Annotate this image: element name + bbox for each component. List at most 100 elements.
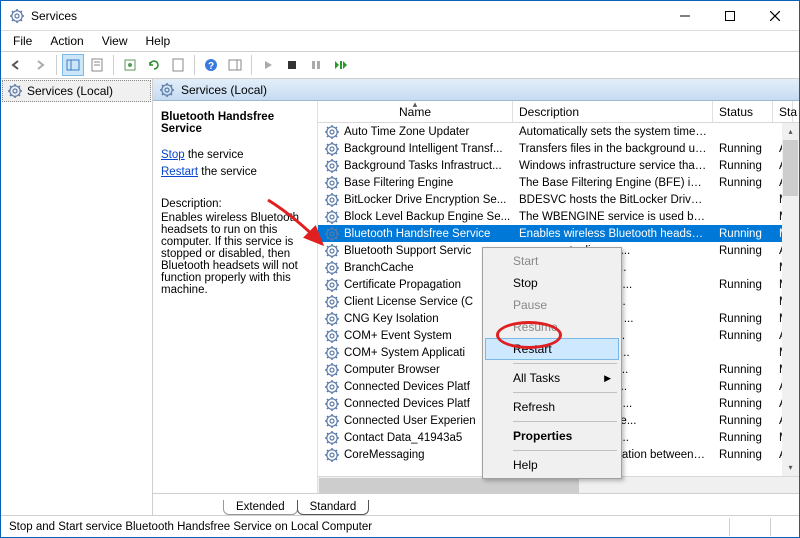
ctx-all-tasks-label: All Tasks [513, 371, 560, 385]
tab-standard[interactable]: Standard [297, 500, 370, 515]
separator [513, 450, 617, 451]
description-text: Enables wireless Bluetooth headsets to r… [161, 212, 313, 296]
col-status[interactable]: Status [713, 101, 773, 122]
scroll-thumb[interactable] [783, 140, 798, 196]
service-status: Running [713, 415, 773, 427]
service-icon [324, 311, 340, 327]
close-button[interactable] [752, 1, 797, 30]
col-description[interactable]: Description [513, 101, 713, 122]
menu-action[interactable]: Action [42, 32, 91, 50]
service-status: Running [713, 177, 773, 189]
col-startup[interactable]: Sta [773, 101, 793, 122]
vertical-scrollbar[interactable]: ▴ ▾ [782, 123, 799, 476]
service-name: Background Tasks Infrastruct... [344, 160, 502, 172]
service-row[interactable]: Background Tasks Infrastruct...Windows i… [318, 157, 799, 174]
service-row[interactable]: Bluetooth Handsfree ServiceEnables wirel… [318, 225, 799, 242]
service-row[interactable]: Base Filtering EngineThe Base Filtering … [318, 174, 799, 191]
menu-file[interactable]: File [5, 32, 40, 50]
restart-service-button[interactable] [329, 54, 351, 76]
ctx-properties[interactable]: Properties [485, 425, 619, 447]
service-status: Running [713, 160, 773, 172]
service-row[interactable]: Block Level Backup Engine Se...The WBENG… [318, 208, 799, 225]
service-name: Auto Time Zone Updater [344, 126, 469, 138]
props-button[interactable] [167, 54, 189, 76]
submenu-arrow-icon: ▶ [604, 373, 611, 384]
service-icon [324, 430, 340, 446]
ctx-restart[interactable]: Restart [485, 338, 619, 360]
view-tabs: Extended Standard [153, 494, 799, 515]
ctx-all-tasks[interactable]: All Tasks ▶ [485, 367, 619, 389]
scroll-up-button[interactable]: ▴ [782, 123, 799, 140]
ctx-start: Start [485, 250, 619, 272]
restart-link[interactable]: Restart [161, 166, 198, 178]
separator [113, 55, 114, 75]
restart-suffix: the service [198, 166, 257, 178]
scroll-down-button[interactable]: ▾ [782, 459, 799, 476]
tab-extended[interactable]: Extended [223, 500, 298, 515]
service-description: The WBENGINE service is used by Wind... [513, 211, 713, 223]
properties-button[interactable] [86, 54, 108, 76]
service-name: Connected User Experien [344, 415, 476, 427]
service-status: Running [713, 432, 773, 444]
stop-service-button[interactable] [281, 54, 303, 76]
services-icon [7, 83, 23, 99]
service-icon [324, 158, 340, 174]
help-button[interactable]: ? [200, 54, 222, 76]
service-name: Bluetooth Support Servic [344, 245, 471, 257]
service-icon [324, 209, 340, 225]
export-button[interactable] [119, 54, 141, 76]
service-icon [324, 294, 340, 310]
titlebar[interactable]: Services [1, 1, 799, 31]
tree-root-node[interactable]: Services (Local) [2, 80, 151, 102]
service-name: Contact Data_41943a5 [344, 432, 462, 444]
service-icon [324, 447, 340, 463]
service-row[interactable]: BitLocker Drive Encryption Se...BDESVC h… [318, 191, 799, 208]
tree-root-label: Services (Local) [27, 84, 113, 98]
service-description: Transfers files in the background using … [513, 143, 713, 155]
menu-help[interactable]: Help [138, 32, 179, 50]
service-status: Running [713, 330, 773, 342]
forward-button[interactable] [29, 54, 51, 76]
service-status: Running [713, 245, 773, 257]
action-pane-button[interactable] [224, 54, 246, 76]
ctx-refresh[interactable]: Refresh [485, 396, 619, 418]
service-name: CNG Key Isolation [344, 313, 439, 325]
ctx-stop[interactable]: Stop [485, 272, 619, 294]
list-header-label: Services (Local) [181, 83, 267, 97]
svg-text:?: ? [208, 61, 214, 72]
ctx-help[interactable]: Help [485, 454, 619, 476]
start-service-button[interactable] [257, 54, 279, 76]
toolbar: ? [1, 51, 799, 79]
service-name: Base Filtering Engine [344, 177, 453, 189]
service-name: Certificate Propagation [344, 279, 461, 291]
menu-view[interactable]: View [94, 32, 136, 50]
separator [513, 421, 617, 422]
statusbar: Stop and Start service Bluetooth Handsfr… [1, 515, 799, 537]
scroll-thumb[interactable] [319, 478, 579, 493]
service-description: Enables wireless Bluetooth headsets to r… [513, 228, 713, 240]
sort-asc-icon: ▴ [413, 101, 418, 110]
selected-service-title: Bluetooth Handsfree Service [161, 111, 313, 135]
service-row[interactable]: Background Intelligent Transf...Transfer… [318, 140, 799, 157]
ctx-pause: Pause [485, 294, 619, 316]
service-icon [324, 124, 340, 140]
service-name: Block Level Backup Engine Se... [344, 211, 510, 223]
service-status: Running [713, 279, 773, 291]
stop-link[interactable]: Stop [161, 149, 185, 161]
col-name[interactable]: ▴Name [318, 101, 513, 122]
service-row[interactable]: Auto Time Zone UpdaterAutomatically sets… [318, 123, 799, 140]
service-icon [324, 243, 340, 259]
service-icon [324, 328, 340, 344]
show-hide-tree-button[interactable] [62, 54, 84, 76]
back-button[interactable] [5, 54, 27, 76]
minimize-button[interactable] [662, 1, 707, 30]
service-icon [324, 260, 340, 276]
detail-pane: Bluetooth Handsfree Service Stop the ser… [153, 101, 318, 493]
service-name: Computer Browser [344, 364, 440, 376]
stop-suffix: the service [185, 149, 244, 161]
maximize-button[interactable] [707, 1, 752, 30]
pause-service-button[interactable] [305, 54, 327, 76]
tree-pane[interactable]: Services (Local) [1, 79, 153, 515]
separator [194, 55, 195, 75]
refresh-button[interactable] [143, 54, 165, 76]
